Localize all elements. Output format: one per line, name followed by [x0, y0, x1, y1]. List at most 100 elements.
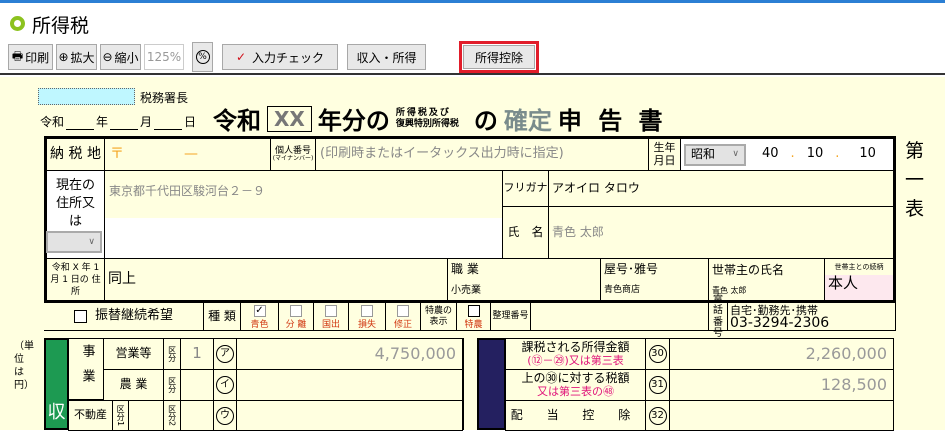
income-row-label: 農 業 [103, 369, 164, 401]
date-day-label: 日 [184, 115, 197, 129]
kind-3[interactable]: 損失 [348, 302, 386, 331]
title-year-box[interactable]: XX [267, 105, 312, 132]
jan1-address-field[interactable]: 同上 [104, 258, 448, 303]
seiri-field[interactable] [530, 302, 709, 331]
name-label: 氏 名 [502, 206, 549, 259]
zoom-out-button[interactable]: ⊖ 縮小 [100, 44, 141, 70]
jan1-address-label: 令和 X 年 1 月 1 日の 住 所 [44, 258, 105, 303]
date-year-field[interactable] [66, 113, 95, 130]
tax-amount[interactable]: 128,500 [669, 369, 894, 401]
circled-31-icon: 31 [648, 376, 667, 394]
furigana-field[interactable]: アオイロ タロウ [548, 170, 896, 207]
tax-office-input[interactable] [38, 88, 135, 105]
tax-row-sub: 又は第三表の㊽ [537, 385, 614, 398]
income-amount[interactable] [236, 369, 463, 401]
zoom-level-input[interactable]: 125% [144, 44, 184, 70]
kind-checkbox[interactable] [361, 305, 373, 317]
mynumber-sub: (マイナンバー) [272, 155, 314, 163]
relation-value: 本人 [825, 274, 893, 300]
birth-year[interactable]: 40 [762, 146, 779, 162]
tax-place-label: 納 税 地 [44, 136, 105, 171]
kind-1[interactable]: 分 離 [278, 302, 314, 331]
kind-label: 分 離 [285, 319, 307, 330]
seiri-label: 整理番号 [490, 302, 531, 331]
era-select[interactable]: 昭和 ∨ [684, 143, 746, 166]
kind-checkbox[interactable] [290, 305, 302, 317]
tax-place-postal[interactable]: 〒 — [104, 136, 271, 171]
kubun-field[interactable] [180, 369, 214, 401]
circled-イ-icon: イ [216, 376, 234, 394]
zoom-out-label: 縮小 [114, 50, 139, 65]
chevron-down-icon: ∨ [732, 149, 739, 160]
date-day-field[interactable] [154, 113, 183, 130]
mark-cell: 31 [645, 369, 670, 401]
kind-0[interactable]: ✓ 青色 [240, 302, 279, 331]
occupation-value: 小売業 [451, 284, 481, 296]
transfer-checkbox[interactable] [73, 310, 87, 323]
income-amount[interactable]: 4,750,000 [236, 338, 463, 370]
postal-mark: 〒 [110, 146, 124, 163]
income-section-label: 収 [44, 338, 69, 430]
relation-label: 世帯主との続柄 [834, 263, 884, 271]
tokuno-cell[interactable]: 特農 [456, 302, 491, 331]
income-row-label: 不動産 [68, 400, 113, 431]
birthdate-label: 生年月日 [648, 136, 681, 171]
tax-amount[interactable] [669, 400, 894, 431]
app-icon [10, 16, 25, 31]
shop-name-cell[interactable]: 屋号･雅号 青色商店 [600, 258, 709, 303]
tax-amount[interactable]: 2,260,000 [669, 338, 894, 370]
income-button[interactable]: 収入・所得 [347, 44, 426, 70]
transfer-continue[interactable]: 振替継続希望 [44, 302, 204, 331]
zoom-fit-button[interactable]: % [192, 42, 213, 72]
highlight-box [459, 41, 539, 73]
address-type-select[interactable]: ∨ [46, 231, 102, 253]
birth-month[interactable]: 10 [807, 146, 824, 162]
circled-32-icon: 32 [648, 406, 667, 425]
tokuno-checkbox[interactable] [467, 305, 480, 317]
phone-number: 03-3294-2306 [730, 314, 830, 331]
zoom-in-icon: ⊕ [58, 50, 69, 64]
zoom-in-button[interactable]: ⊕ 拡大 [56, 44, 97, 70]
mark-cell: イ [213, 369, 237, 401]
zoom-in-label: 拡大 [70, 50, 95, 65]
kind-label: 国出 [321, 319, 340, 330]
birth-day[interactable]: 10 [859, 146, 876, 162]
birth-sep-2: . [835, 146, 840, 162]
tax-row-label: 配 当 控 除 [510, 408, 641, 422]
income-amount[interactable] [236, 400, 463, 431]
print-button[interactable]: 🖶 印刷 [8, 44, 53, 70]
kind-checkbox[interactable] [325, 305, 337, 317]
date-month-field[interactable] [110, 113, 139, 130]
kind-checkbox[interactable]: ✓ [253, 305, 266, 317]
input-check-button[interactable]: ✓ 入力チェック [222, 44, 338, 70]
kubun-field[interactable] [180, 400, 214, 431]
kubun-label: 区分 [163, 369, 181, 401]
relation-cell[interactable]: 世帯主との続柄 本人 [824, 258, 896, 303]
shop-name-label: 屋号･雅号 [604, 262, 659, 277]
toolbar: 🖶 印刷 ⊕ 拡大 ⊖ 縮小 125% % ✓ 入力チェック 収入・所得 所得控除 [0, 40, 945, 75]
kind-2[interactable]: 国出 [313, 302, 349, 331]
postal-dash: — [184, 146, 198, 163]
kubun1-field[interactable] [128, 400, 164, 431]
kind-4[interactable]: 修正 [385, 302, 421, 331]
tokuno-display-label: 特農の表示 [420, 302, 457, 331]
tax-row-label: 課税される所得金額 [521, 340, 630, 354]
mark-cell: 30 [645, 338, 670, 370]
current-address-field[interactable]: 東京都千代田区駿河台２－９ [104, 170, 503, 259]
transfer-label: 振替継続希望 [94, 308, 173, 324]
income-row-label: 営業等 [103, 338, 164, 370]
kind-checkbox[interactable] [397, 305, 409, 317]
mynumber-note: (印刷時またはイータックス出力時に指定) [315, 136, 649, 171]
mark-cell: 32 [645, 400, 670, 431]
household-head-label: 世帯主の氏名 [712, 262, 785, 277]
title-era: 令和 [213, 107, 261, 135]
kubun-field[interactable]: 1 [180, 338, 214, 370]
date-year-label: 年 [96, 115, 109, 129]
occupation-cell[interactable]: 職 業小売業 [447, 258, 601, 303]
form-title: 令和 XX 年分の 所得税及び 復興特別所得税 の 確定 申 告 書 [213, 101, 667, 136]
name-field[interactable]: 青色 太郎 [548, 206, 896, 259]
title-small: 所得税及び 復興特別所得税 [396, 108, 468, 130]
kind-checkboxes: ✓ 青色 分 離 国出 損失 修正 [240, 302, 421, 331]
phone-cell[interactable]: 自宅･勤務先･携帯 03-3294-2306 [727, 302, 896, 331]
tax-office-suffix: 税務署長 [140, 91, 189, 105]
